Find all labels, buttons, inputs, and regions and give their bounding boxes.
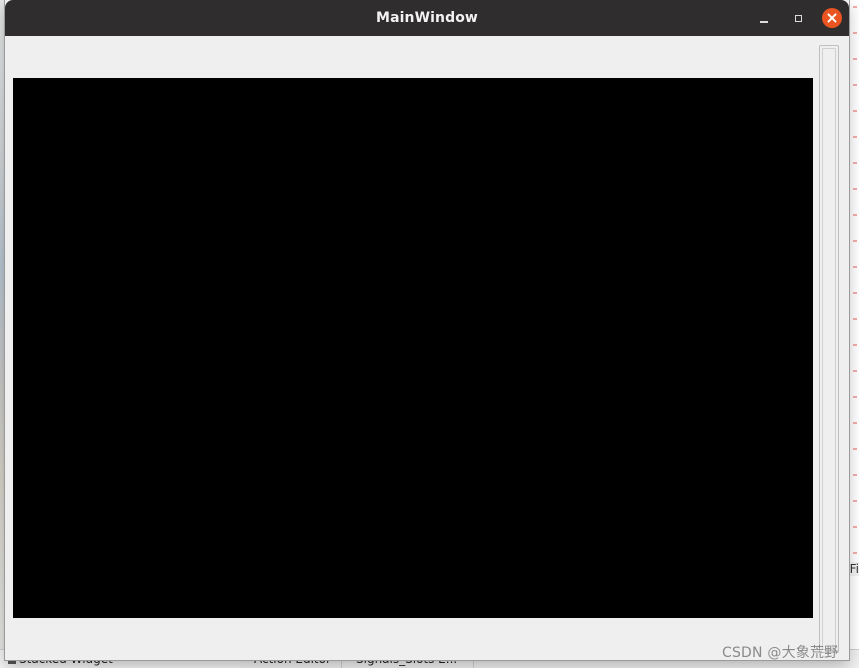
window-content [5,36,849,660]
window-titlebar[interactable]: MainWindow [5,0,849,36]
main-window: MainWindow [5,0,849,660]
vertical-scrollbar[interactable] [819,45,839,653]
maximize-button[interactable] [788,8,808,28]
background-right-label: Fi [847,562,859,576]
window-title: MainWindow [376,10,478,26]
minimize-button[interactable] [754,8,774,28]
video-display [13,78,813,618]
background-right-dots [853,6,857,566]
scrollbar-handle[interactable] [822,48,836,650]
close-button[interactable] [822,8,842,28]
maximize-icon [794,14,802,22]
close-icon [827,13,837,23]
minimize-icon [760,20,768,23]
